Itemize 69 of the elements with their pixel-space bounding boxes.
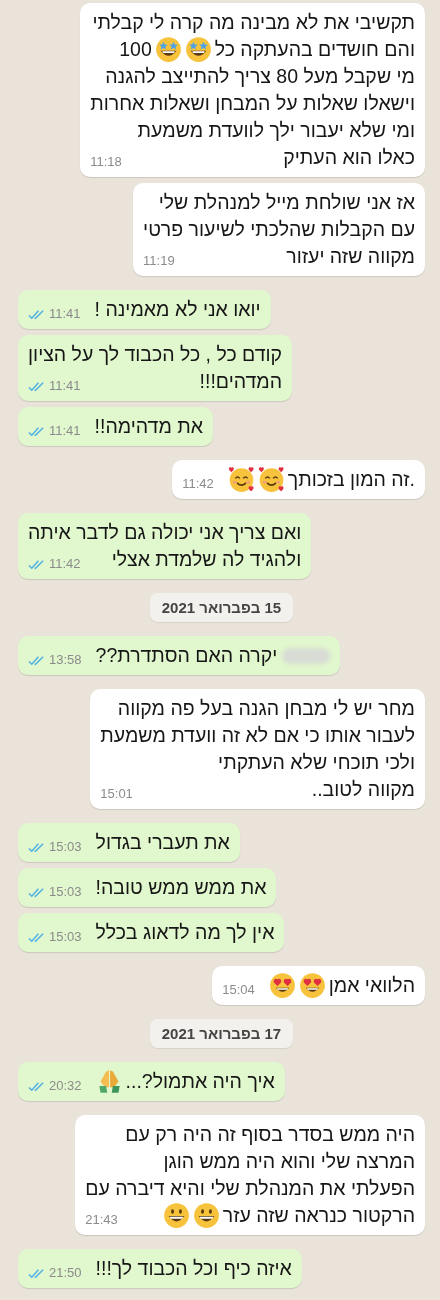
double-check-icon — [28, 308, 45, 320]
hearts-face-icon — [227, 466, 255, 493]
message-text: הלוואי אמן — [328, 973, 415, 998]
grinning-face-icon — [162, 1202, 190, 1229]
message-text: ואם צריך אני יכולה גם לדבר איתה — [28, 520, 302, 545]
heart-eyes-face-icon — [268, 972, 296, 999]
message-text: מי שקבל מעל 80 צריך להתייצב להגנה — [105, 64, 415, 89]
message-text: וישאלו שאלות על המבחן ושאלות אחרות — [90, 91, 415, 116]
message-text: אין לך מה לדאוג בכלל — [95, 920, 275, 945]
blurred-name — [282, 647, 331, 664]
message-time: 15:03 — [49, 884, 82, 900]
message-time: 11:42 — [49, 556, 81, 572]
heart-eyes-face-icon — [298, 972, 326, 999]
message-time: 11:41 — [49, 378, 81, 394]
message-text: את תעברי בגדול — [95, 830, 230, 855]
message-time: 15:03 — [49, 929, 82, 945]
message-time: 11:18 — [90, 154, 122, 170]
message-text: ומי שלא יעבור ילך לוועדת משמעת — [137, 118, 415, 143]
message-text: יקרה האם הסתדרת?? — [95, 643, 278, 668]
double-check-icon — [28, 558, 45, 570]
message-text: הפעלתי את המנהלת שלי והיא דיברה עם — [85, 1176, 415, 1201]
message-text: תקשיבי את לא מבינה מה קרה לי קבלתי — [92, 10, 415, 35]
message-time: 13:58 — [49, 652, 82, 668]
message-text: והם חושדים בהעתקה כל — [214, 37, 415, 62]
message-text: ולכי תוכחי שלא העתקתי — [218, 750, 415, 775]
message-time: 11:42 — [182, 476, 214, 492]
double-check-icon — [28, 1080, 45, 1092]
message-time: 21:43 — [85, 1212, 118, 1228]
message-text: 100 — [119, 37, 152, 62]
message-text: את מדהימה!! — [94, 414, 203, 439]
message-time: 20:32 — [49, 1078, 82, 1094]
message-time: 11:41 — [49, 306, 81, 322]
message-time: 15:04 — [222, 982, 255, 998]
message-text: מחר יש לי מבחן הגנה בעל פה מקווה — [117, 696, 415, 721]
date-chip: 15 בפברואר 2021 — [149, 593, 294, 622]
double-check-icon — [28, 1267, 45, 1279]
double-check-icon — [28, 931, 45, 943]
message-text: איך היה אתמול?... — [125, 1069, 275, 1094]
double-check-icon — [28, 841, 45, 853]
message-text: המרצה שלי והוא היה ממש הוגן — [163, 1149, 415, 1174]
hearts-face-icon — [257, 466, 285, 493]
double-check-icon — [28, 886, 45, 898]
message-text: לעבור אותו כי אם לא זה וועדת משמעת — [100, 723, 415, 748]
message-text: יואו אני לא מאמינה ! — [94, 297, 261, 322]
grinning-face-icon — [192, 1202, 220, 1229]
message-text: מקווה לטוב.. — [311, 777, 415, 802]
message-text: המדהים!!! — [199, 369, 283, 394]
message-text: את ממש ממש טובה! — [95, 875, 267, 900]
message-time: 21:50 — [49, 1265, 82, 1281]
message-text: היה ממש בסדר בסוף זה היה רק עם — [125, 1122, 415, 1147]
double-check-icon — [28, 380, 45, 392]
double-check-icon — [28, 654, 45, 666]
message-text: מקווה שזה יעזור — [286, 244, 415, 269]
message-time: 15:03 — [49, 839, 82, 855]
message-text: אז אני שולחת מייל למנהלת שלי — [158, 190, 415, 215]
star-eyes-face-icon — [184, 36, 212, 63]
message-time: 15:01 — [100, 786, 133, 802]
message-text: עם הקבלות שהלכתי לשיעור פרטי — [143, 217, 415, 242]
message-text: .זה המון בזכותך — [287, 467, 415, 492]
message-text: כאלו הוא העתיק — [283, 145, 415, 170]
star-eyes-face-icon — [154, 36, 182, 63]
date-chip: 17 בפברואר 2021 — [149, 1019, 294, 1048]
message-text: הרקטור כנראה שזה עזר — [222, 1203, 415, 1228]
message-text: קודם כל , כל הכבוד לך על הציון — [28, 342, 283, 367]
message-text: ולהגיד לה שלמדת אצלי — [111, 547, 302, 572]
message-time: 11:19 — [143, 253, 175, 269]
message-text: איזה כיף וכל הכבוד לך!!! — [95, 1256, 292, 1281]
message-time: 11:41 — [49, 423, 81, 439]
double-check-icon — [28, 425, 45, 437]
